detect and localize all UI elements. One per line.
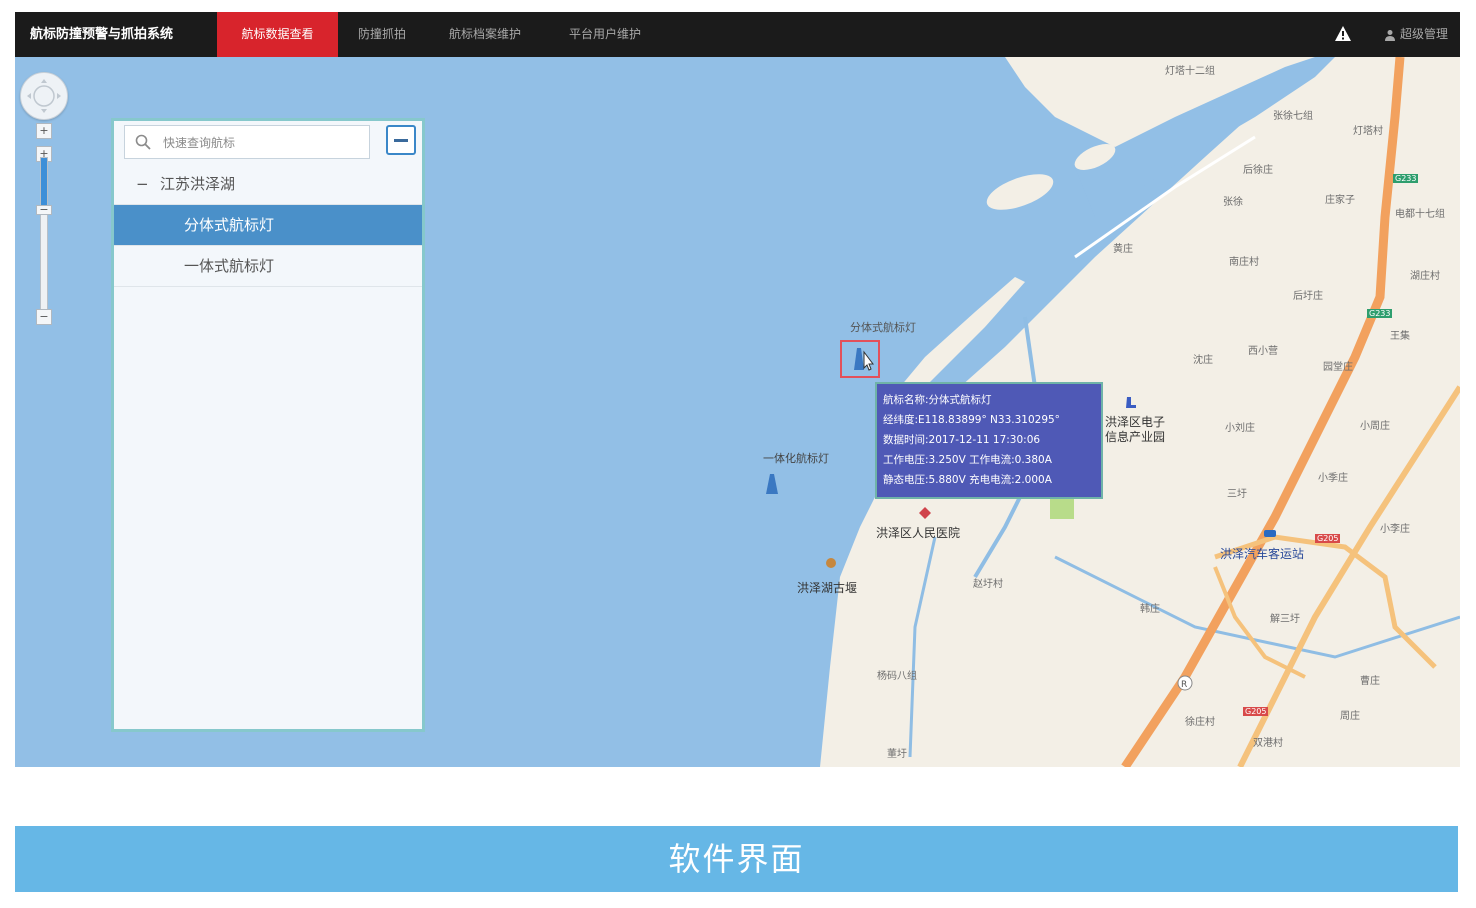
tree-node-split-beacon[interactable]: 分体式航标灯 <box>114 205 422 246</box>
hospital-cross-icon: R <box>1177 675 1193 691</box>
map-label-village: 湖庄村 <box>1410 271 1440 282</box>
map-label-village: 后圩庄 <box>1293 291 1323 302</box>
map-label-village: 小李庄 <box>1380 524 1410 535</box>
road-shield: G205 <box>1315 534 1341 543</box>
map-label-village: 张徐七组 <box>1273 111 1313 122</box>
landmark-icon <box>826 558 836 568</box>
user-name: 超级管理 <box>1399 27 1448 41</box>
road-shield: G233 <box>1367 309 1393 318</box>
road-shield: G233 <box>1393 174 1419 183</box>
map-label-village: 灯塔十二组 <box>1165 66 1215 77</box>
map-label-village: 黄庄 <box>1113 244 1133 255</box>
road-shield: G205 <box>1243 707 1269 716</box>
zoom-out-button[interactable]: − <box>36 309 52 325</box>
nav-item-collision-capture[interactable]: 防撞抓拍 <box>342 12 422 57</box>
beacon-info-popup: 航标名称:分体式航标灯 经纬度:E118.83899° N33.310295° … <box>875 382 1103 499</box>
nav-item-user-admin[interactable]: 平台用户维护 <box>555 12 655 57</box>
map-label-village: 韩庄 <box>1140 604 1160 615</box>
map-label-village: 双港村 <box>1253 738 1283 749</box>
map-label-village: 小刘庄 <box>1225 423 1255 434</box>
beacon-icon <box>854 348 874 371</box>
beacon-tree-panel: −江苏洪泽湖 分体式航标灯 一体式航标灯 <box>111 118 425 732</box>
warning-icon[interactable] <box>1334 25 1352 43</box>
zoom-slider-handle[interactable]: − <box>36 204 52 215</box>
map-label-bus-station: 洪泽汽车客运站 <box>1220 547 1305 561</box>
top-navbar: 航标防撞预警与抓拍系统 航标数据查看 防撞抓拍 航标档案维护 平台用户维护 超级… <box>15 12 1460 57</box>
tree-collapse-icon[interactable]: − <box>136 164 160 205</box>
map-label-village: 杨码八组 <box>877 671 917 682</box>
map-label-village: 园堂庄 <box>1323 362 1353 373</box>
map-label-village: 小季庄 <box>1318 473 1348 484</box>
zoom-level-fill <box>41 158 47 210</box>
popup-time: 数据时间:2017-12-11 17:30:06 <box>883 434 1041 446</box>
map-label-village: 王集 <box>1390 331 1410 342</box>
map-label-village: 张徐 <box>1223 197 1243 208</box>
pan-arrows-icon <box>27 79 61 113</box>
search-box <box>124 125 370 160</box>
map-label-village: 后徐庄 <box>1243 165 1273 176</box>
map-label-village: 小周庄 <box>1360 421 1390 432</box>
popup-static-values: 静态电压:5.880V 充电电流:2.000A <box>883 474 1052 486</box>
svg-text:R: R <box>1181 680 1187 690</box>
user-menu[interactable]: 超级管理 <box>1384 12 1448 57</box>
map-label-village: 三圩 <box>1227 489 1247 500</box>
map-label-hospital: 洪泽区人民医院 <box>876 526 961 540</box>
map-view[interactable]: 灯塔十二组 张徐七组 灯塔村 后徐庄 张徐 庄家子 电都十七组 湖庄村 黄庄 后… <box>15 57 1460 767</box>
popup-work-values: 工作电压:3.250V 工作电流:0.380A <box>883 454 1052 466</box>
map-label-village: 灯塔村 <box>1353 126 1383 137</box>
map-label-village: 董圩 <box>887 749 907 760</box>
map-label-village: 周庄 <box>1340 711 1360 722</box>
popup-name: 航标名称:分体式航标灯 <box>883 394 992 406</box>
tree-node-label: 江苏洪泽湖 <box>160 175 236 193</box>
tree-node-integrated-beacon[interactable]: 一体式航标灯 <box>114 246 422 287</box>
zoom-in-button[interactable]: + <box>36 123 52 139</box>
search-icon <box>135 134 151 150</box>
map-label-village: 西小营 <box>1248 346 1278 357</box>
map-label-village: 赵圩村 <box>973 579 1003 590</box>
nav-item-beacon-data[interactable]: 航标数据查看 <box>217 12 338 57</box>
search-input[interactable] <box>161 126 365 160</box>
map-label-village: 南庄村 <box>1229 257 1259 268</box>
building-icon <box>1126 397 1136 408</box>
marker-label-split-beacon: 分体式航标灯 <box>850 321 916 334</box>
map-label-village: 徐庄村 <box>1185 717 1215 728</box>
user-icon <box>1384 29 1395 41</box>
pan-control[interactable] <box>20 72 68 120</box>
map-label-village: 曹庄 <box>1360 676 1380 687</box>
map-label-industrial-park: 洪泽区电子信息产业园 <box>1105 415 1166 444</box>
bus-icon <box>1264 530 1276 537</box>
nav-item-beacon-archive[interactable]: 航标档案维护 <box>435 12 535 57</box>
marker-label-integrated-beacon: 一体化航标灯 <box>763 452 829 465</box>
selected-marker-box[interactable] <box>840 340 880 378</box>
popup-coords: 经纬度:E118.83899° N33.310295° <box>883 414 1060 426</box>
beacon-icon[interactable] <box>765 472 779 496</box>
map-label-village: 解三圩 <box>1270 614 1300 625</box>
map-label-village: 电都十七组 <box>1395 209 1445 220</box>
tree-node-lake[interactable]: − 江苏洪泽湖 <box>114 164 422 205</box>
map-label-village: 沈庄 <box>1193 355 1213 366</box>
map-label-village: 庄家子 <box>1325 195 1355 206</box>
caption-banner: 软件界面 <box>15 826 1458 892</box>
app-title: 航标防撞预警与抓拍系统 <box>30 27 174 42</box>
zoom-slider[interactable] <box>40 157 48 319</box>
map-label-ancient-dike: 洪泽湖古堰 <box>797 581 858 595</box>
collapse-panel-button[interactable] <box>386 125 416 155</box>
